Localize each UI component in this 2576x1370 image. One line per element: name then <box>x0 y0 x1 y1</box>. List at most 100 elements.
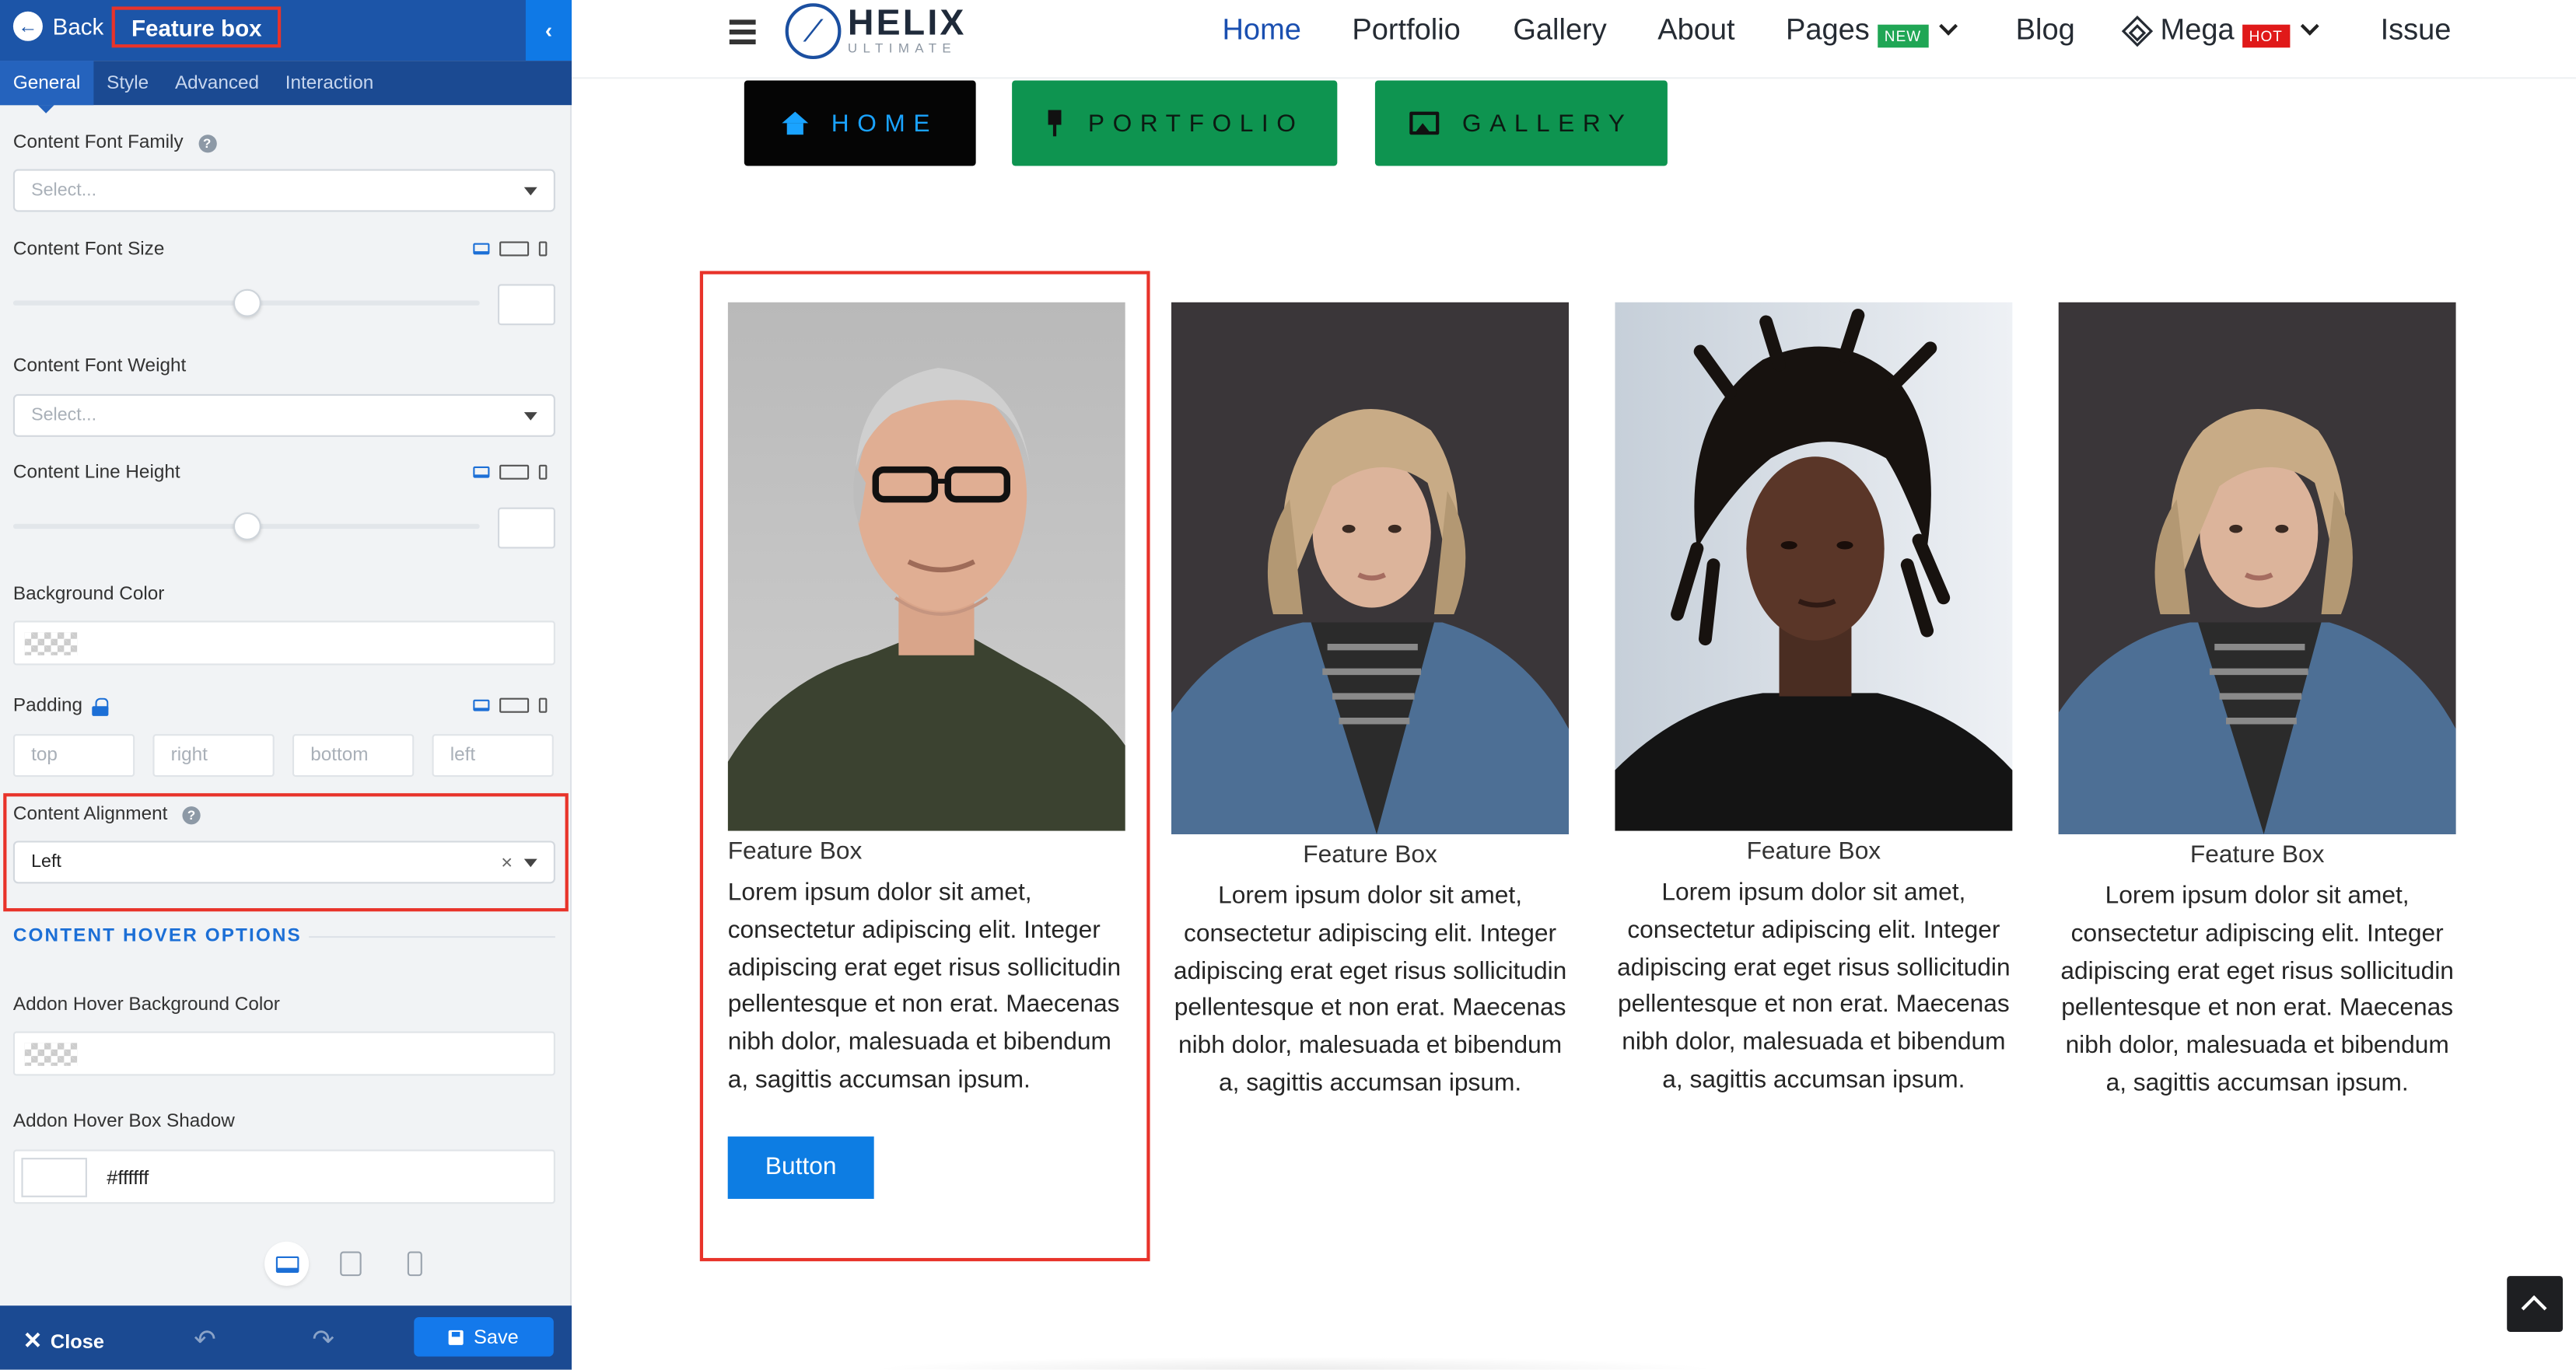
caret-down-icon <box>523 412 537 421</box>
transparent-swatch <box>24 1043 78 1066</box>
feature-box-card[interactable]: Feature Box Lorem ipsum dolor sit amet, … <box>1171 302 1570 1103</box>
desktop-icon <box>275 1255 299 1272</box>
content-font-family-select[interactable]: Select... <box>12 169 555 212</box>
collapse-panel-button[interactable]: ‹ <box>525 0 572 61</box>
content-alignment-select[interactable]: Left × <box>12 841 555 884</box>
content-line-height-slider[interactable] <box>12 512 480 540</box>
tablet-icon[interactable] <box>499 697 530 713</box>
tab-advanced[interactable]: Advanced <box>162 61 272 105</box>
padding-bottom-input[interactable]: bottom <box>292 734 415 778</box>
close-label: Close <box>50 1329 104 1353</box>
redo-icon[interactable]: ↷ <box>312 1323 334 1356</box>
color-swatch[interactable] <box>21 1158 87 1197</box>
chevron-left-icon: ‹ <box>544 18 553 43</box>
mobile-icon[interactable] <box>538 464 548 480</box>
page-preview: ⁄ HELIX ULTIMATE Home Portfolio Gallery … <box>572 0 2576 1370</box>
background-color-picker[interactable] <box>12 620 555 666</box>
section-shadow <box>867 1356 1722 1370</box>
back-label: Back <box>52 12 104 40</box>
tablet-preview-button[interactable] <box>328 1242 373 1286</box>
feature-box-title: Feature Box <box>1746 837 1881 866</box>
responsive-device-switcher <box>473 464 548 480</box>
content-line-height-input[interactable] <box>497 507 555 549</box>
content-font-weight-label: Content Font Weight <box>12 356 187 376</box>
nav-blog[interactable]: Blog <box>2016 13 2075 47</box>
content-alignment-label: Content Alignment ? <box>13 805 201 824</box>
padding-label: Padding <box>13 697 109 716</box>
feature-box-title: Feature Box <box>1303 841 1437 869</box>
logo-subtitle: ULTIMATE <box>847 40 957 56</box>
nav-portfolio[interactable]: Portfolio <box>1352 13 1461 47</box>
transparent-swatch <box>24 632 78 655</box>
feature-box-card[interactable]: Feature Box Lorem ipsum dolor sit amet, … <box>1615 302 2013 1100</box>
padding-top-input[interactable]: top <box>12 734 135 778</box>
select-placeholder: Select... <box>31 405 97 426</box>
feature-box-card[interactable]: Feature Box Lorem ipsum dolor sit amet, … <box>727 302 1125 1199</box>
scroll-to-top-button[interactable] <box>2507 1276 2564 1332</box>
content-font-size-input[interactable] <box>497 284 555 326</box>
home-cta-button[interactable]: HOME <box>744 80 976 166</box>
menu-icon[interactable] <box>729 19 756 45</box>
slider-handle[interactable] <box>232 512 261 540</box>
gallery-icon <box>1409 111 1440 135</box>
divider <box>309 935 555 938</box>
clear-icon[interactable]: × <box>501 851 513 874</box>
nav-about[interactable]: About <box>1657 13 1734 47</box>
close-button[interactable]: ✕ Close <box>23 1327 104 1355</box>
tab-interaction[interactable]: Interaction <box>272 61 387 105</box>
hover-bg-color-picker[interactable] <box>12 1031 555 1076</box>
codepen-icon <box>2121 14 2154 47</box>
content-font-size-label: Content Font Size <box>12 239 165 260</box>
tab-style[interactable]: Style <box>93 61 162 105</box>
nav-pages[interactable]: Pages NEW <box>1786 13 1958 47</box>
save-button[interactable]: Save <box>414 1316 554 1357</box>
mobile-icon[interactable] <box>538 241 548 257</box>
padding-right-input[interactable]: right <box>152 734 275 778</box>
close-icon: ✕ <box>23 1326 43 1354</box>
nav-gallery[interactable]: Gallery <box>1513 13 1606 47</box>
feature-box-text: Lorem ipsum dolor sit amet, consectetur … <box>1617 879 2011 1094</box>
desktop-preview-button[interactable] <box>264 1241 310 1286</box>
section-heading: CONTENT HOVER OPTIONS <box>12 926 302 946</box>
mobile-preview-button[interactable] <box>393 1242 437 1286</box>
desktop-icon[interactable] <box>473 243 490 255</box>
cta-label: GALLERY <box>1461 109 1633 138</box>
feature-box-card[interactable]: Feature Box Lorem ipsum dolor sit amet, … <box>2058 302 2456 1103</box>
site-logo[interactable]: ⁄ HELIX ULTIMATE <box>785 3 967 60</box>
feature-box-text: Lorem ipsum dolor sit amet, consectetur … <box>1173 882 1567 1097</box>
nav-mega[interactable]: Mega HOT <box>2121 13 2319 47</box>
feature-photo-woman <box>1171 302 1570 834</box>
lock-icon[interactable] <box>92 697 109 715</box>
hover-box-shadow-picker[interactable]: #ffffff <box>12 1149 555 1204</box>
help-icon[interactable]: ? <box>198 134 216 152</box>
padding-left-input[interactable]: left <box>432 734 554 778</box>
mobile-icon[interactable] <box>538 697 548 713</box>
feature-box-button[interactable]: Button <box>727 1136 874 1199</box>
tablet-icon[interactable] <box>499 464 530 480</box>
feature-photo-woman <box>2058 302 2456 834</box>
content-font-size-slider[interactable] <box>12 288 480 317</box>
undo-icon[interactable]: ↶ <box>194 1323 215 1356</box>
home-icon <box>782 111 809 135</box>
color-value: #ffffff <box>107 1166 149 1190</box>
slider-handle[interactable] <box>232 288 261 317</box>
mobile-icon <box>407 1251 422 1277</box>
content-font-weight-select[interactable]: Select... <box>12 393 555 437</box>
background-color-label: Background Color <box>12 584 165 605</box>
back-button[interactable]: ← Back <box>12 11 104 41</box>
feature-box-text: Lorem ipsum dolor sit amet, consectetur … <box>727 879 1122 1094</box>
tab-general[interactable]: General <box>0 61 94 114</box>
chevron-down-icon <box>1938 16 1958 35</box>
content-font-family-label: Content Font Family ? <box>13 133 216 152</box>
portfolio-cta-button[interactable]: PORTFOLIO <box>1012 80 1338 166</box>
tablet-icon[interactable] <box>499 241 530 257</box>
desktop-icon[interactable] <box>473 699 490 711</box>
editor-header: ← Back Feature box ‹ <box>0 0 572 61</box>
nav-issue[interactable]: Issue <box>2381 13 2452 47</box>
content-line-height-label: Content Line Height <box>12 463 180 483</box>
gallery-cta-button[interactable]: GALLERY <box>1374 80 1668 166</box>
desktop-icon[interactable] <box>473 466 490 478</box>
nav-home[interactable]: Home <box>1222 13 1300 47</box>
responsive-device-switcher <box>473 241 548 257</box>
help-icon[interactable]: ? <box>182 806 201 824</box>
